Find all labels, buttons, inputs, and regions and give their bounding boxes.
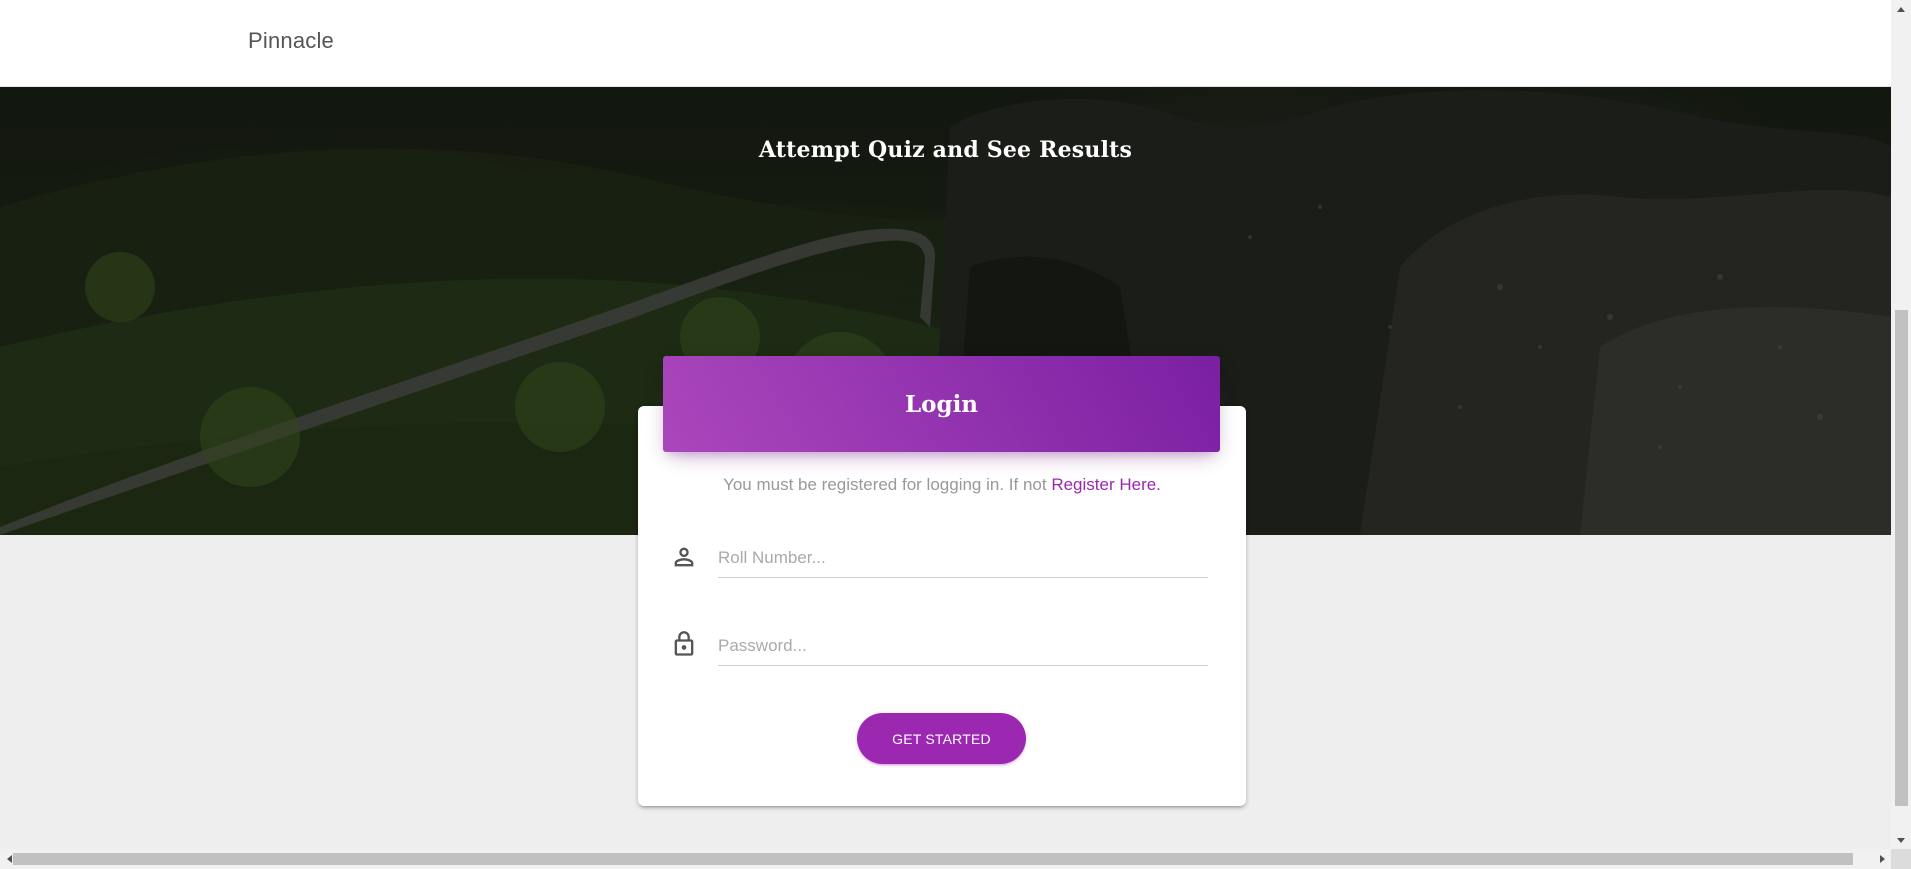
register-link[interactable]: Register Here.	[1051, 475, 1161, 494]
vertical-scroll-thumb[interactable]	[1895, 310, 1908, 806]
horizontal-scroll-thumb[interactable]	[13, 853, 1853, 865]
login-card-title: Login	[904, 390, 979, 418]
get-started-button[interactable]: GET STARTED	[857, 713, 1026, 764]
scroll-down-icon[interactable]	[1891, 832, 1911, 849]
scroll-up-icon[interactable]	[1891, 0, 1911, 17]
lock-icon	[670, 630, 698, 658]
navbar: Pinnacle	[0, 0, 1891, 87]
login-card-header: Login	[663, 356, 1220, 452]
login-description: You must be registered for logging in. I…	[638, 475, 1246, 495]
password-input[interactable]	[718, 626, 1208, 666]
horizontal-scrollbar[interactable]	[0, 849, 1891, 869]
vertical-scrollbar[interactable]	[1891, 0, 1911, 849]
person-icon	[670, 543, 698, 571]
brand-link[interactable]: Pinnacle	[248, 28, 334, 54]
scroll-right-icon[interactable]	[1874, 849, 1891, 869]
roll-number-input[interactable]	[718, 538, 1208, 578]
login-description-text: You must be registered for logging in. I…	[723, 475, 1047, 494]
hero-title: Attempt Quiz and See Results	[758, 137, 1133, 163]
page-viewport: Pinnacle Attempt Quiz and See Results Lo…	[0, 0, 1891, 849]
scrollbar-corner	[1891, 849, 1911, 869]
